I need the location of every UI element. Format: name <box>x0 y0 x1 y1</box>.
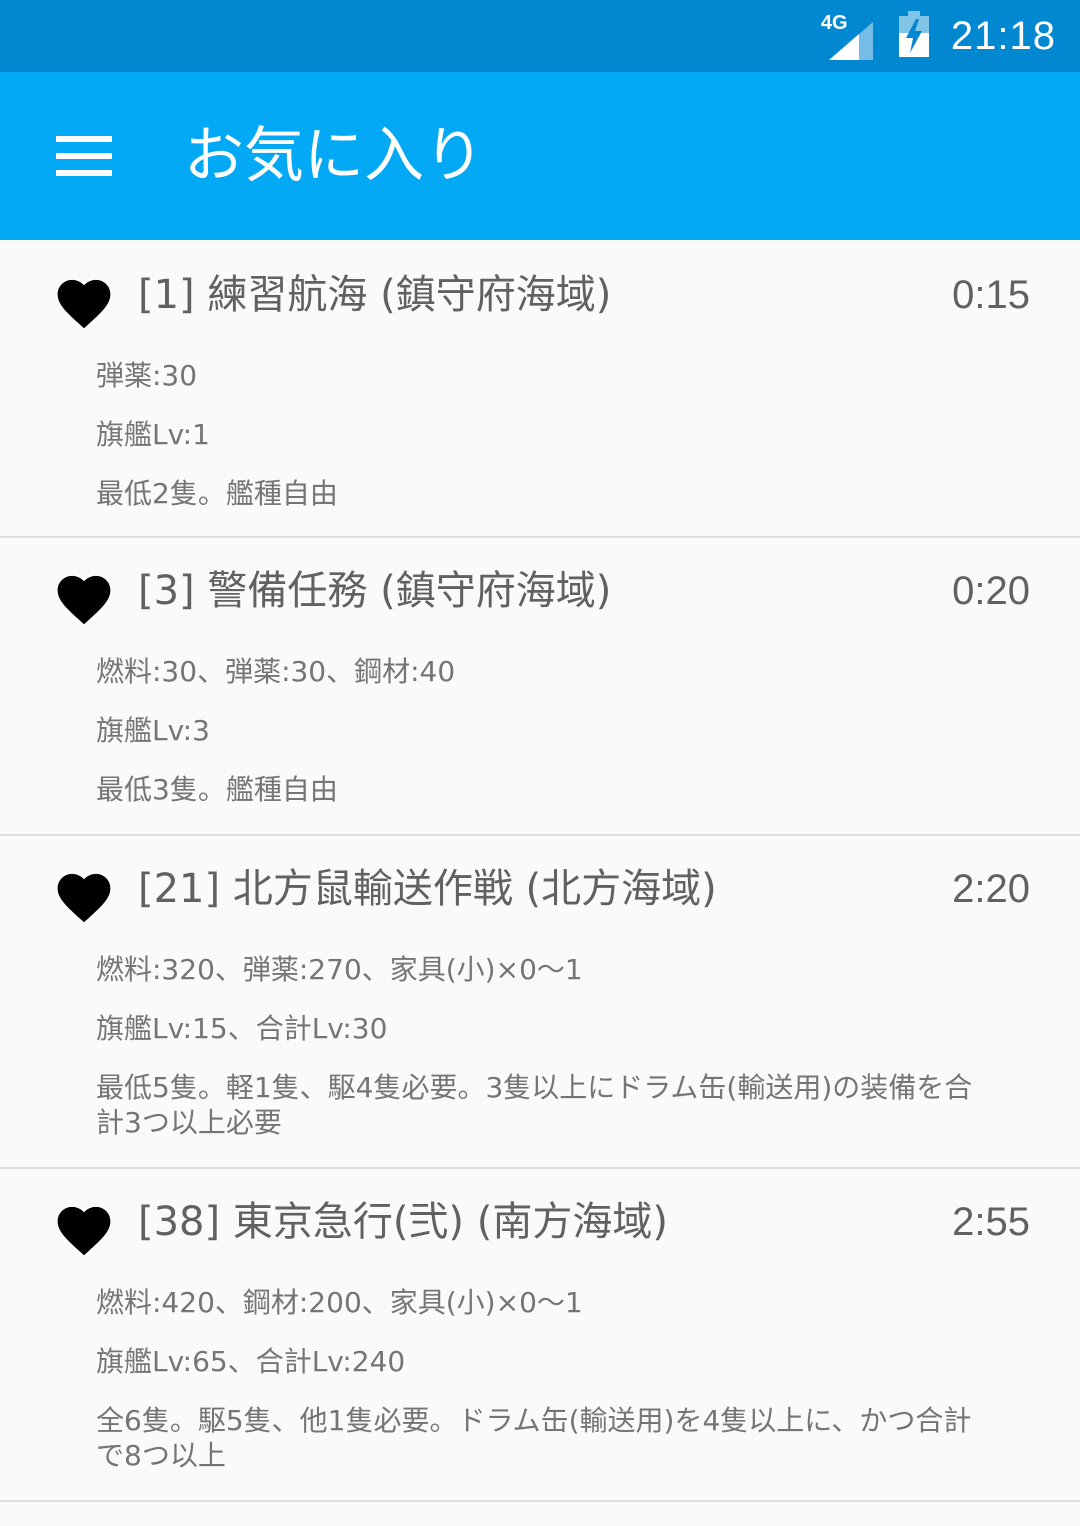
expedition-card[interactable]: [3] 警備任務 (鎮守府海域) 0:20 燃料:30、弾薬:30、鋼材:40 … <box>0 538 1080 836</box>
expedition-time: 0:20 <box>952 569 1030 613</box>
expedition-title: [3] 警備任務 (鎮守府海域) <box>138 568 612 614</box>
expedition-level: 旗艦Lv:1 <box>96 418 210 451</box>
expedition-title: [38] 東京急行(弐) (南方海域) <box>138 1199 668 1245</box>
expedition-card[interactable]: [38] 東京急行(弐) (南方海域) 2:55 燃料:420、鋼材:200、家… <box>0 1169 1080 1502</box>
expedition-resources: 燃料:420、鋼材:200、家具(小)×0〜1 <box>96 1286 583 1319</box>
expedition-level: 旗艦Lv:3 <box>96 714 210 747</box>
expedition-level: 旗艦Lv:15、合計Lv:30 <box>96 1012 388 1045</box>
expedition-card[interactable]: [21] 北方鼠輸送作戦 (北方海域) 2:20 燃料:320、弾薬:270、家… <box>0 836 1080 1169</box>
expedition-requirement: 最低5隻。軽1隻、駆4隻必要。3隻以上にドラム缶(輸送用)の装備を合計3つ以上必… <box>96 1071 973 1139</box>
expedition-requirement: 最低2隻。艦種自由 <box>96 477 338 510</box>
page-title: お気に入り <box>184 121 484 191</box>
expedition-requirement: 全6隻。駆5隻、他1隻必要。ドラム缶(輸送用)を4隻以上に、かつ合計で8つ以上 <box>96 1404 972 1472</box>
status-icons: 4G 21:18 <box>821 0 1056 72</box>
expedition-resources: 燃料:30、弾薬:30、鋼材:40 <box>96 655 456 688</box>
heart-icon[interactable] <box>52 568 116 626</box>
heart-icon[interactable] <box>52 272 116 330</box>
expedition-title: [1] 練習航海 (鎮守府海域) <box>138 272 612 318</box>
expedition-title: [21] 北方鼠輸送作戦 (北方海域) <box>138 866 717 912</box>
signal-4g-icon: 4G <box>821 12 877 60</box>
expedition-level: 旗艦Lv:65、合計Lv:240 <box>96 1345 406 1378</box>
expedition-resources: 弾薬:30 <box>96 359 198 392</box>
hamburger-menu-icon[interactable] <box>40 116 128 196</box>
expedition-resources: 燃料:320、弾薬:270、家具(小)×0〜1 <box>96 953 583 986</box>
battery-charging-icon <box>898 11 929 61</box>
expedition-time: 2:20 <box>952 867 1030 911</box>
heart-icon[interactable] <box>52 1199 116 1257</box>
expedition-time: 2:55 <box>952 1200 1030 1244</box>
expedition-card[interactable]: [1] 練習航海 (鎮守府海域) 0:15 弾薬:30 旗艦Lv:1 最低2隻。… <box>0 240 1080 538</box>
heart-icon[interactable] <box>52 866 116 924</box>
status-bar: 4G 21:18 <box>0 0 1080 72</box>
expedition-time: 0:15 <box>952 273 1030 317</box>
status-clock: 21:18 <box>950 13 1056 58</box>
app-bar: お気に入り <box>0 72 1080 240</box>
expedition-requirement: 最低3隻。艦種自由 <box>96 773 338 806</box>
